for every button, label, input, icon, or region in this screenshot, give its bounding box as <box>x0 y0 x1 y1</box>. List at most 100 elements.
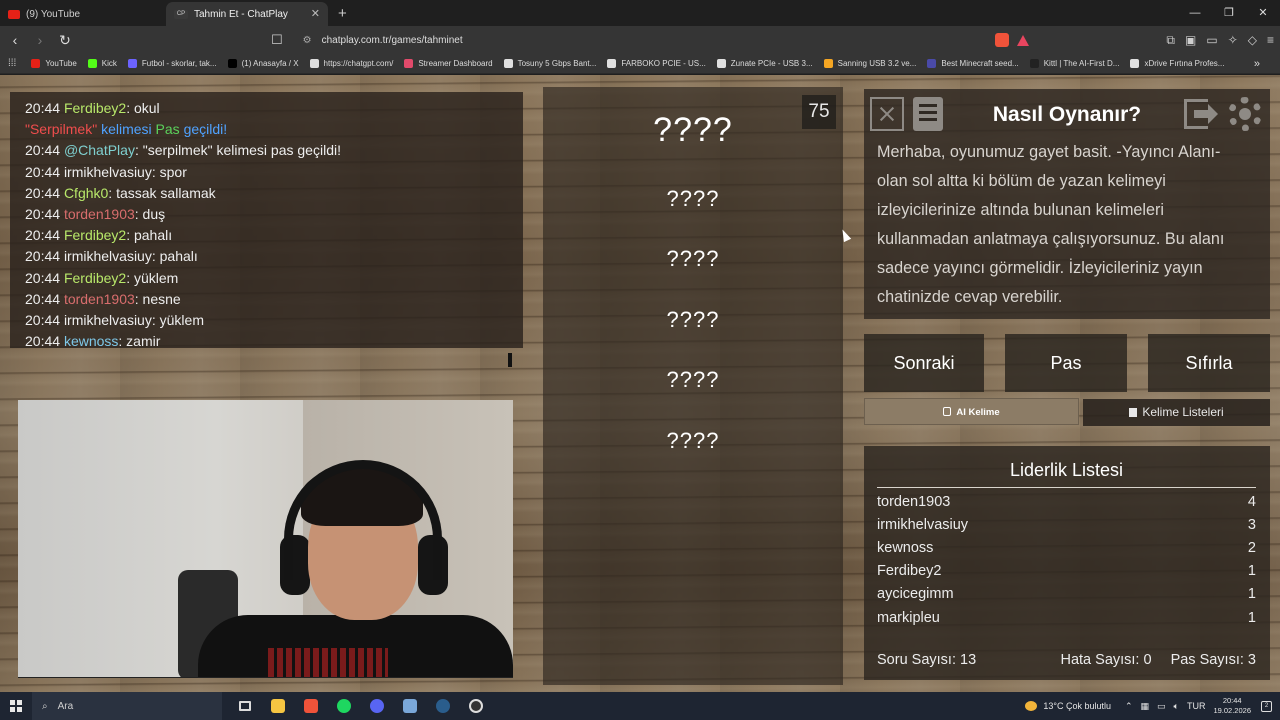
system-tray: 13°C Çok bulutlu ⌃ ▦ ▭ 🔈︎ TUR 20:44 19.0… <box>1025 692 1272 720</box>
bookmark-item[interactable]: Kick <box>87 59 117 68</box>
language-indicator[interactable]: TUR <box>1187 701 1206 711</box>
player-name: irmikhelvasiuy <box>877 517 969 533</box>
chat-username[interactable]: Ferdibey2 <box>64 270 126 286</box>
forbidden-word: ???? <box>666 307 720 332</box>
question-count: Soru Sayısı: 13 <box>877 652 977 668</box>
bookmark-item[interactable]: (1) Anasayfa / X <box>227 59 299 68</box>
clock[interactable]: 20:44 19.02.2026 <box>1213 696 1251 716</box>
bookmark-item[interactable]: FARBOKO PCIE - US... <box>607 59 706 68</box>
tab-chatplay[interactable]: CP Tahmin Et - ChatPlay ✕ <box>166 2 328 26</box>
bookmark-icon[interactable]: ☐ <box>271 32 283 48</box>
apps-grid-icon[interactable]: ⁞⁞⁞ <box>8 58 16 69</box>
url-text: chatplay.com.tr/games/tahminet <box>321 34 463 46</box>
player-score: 1 <box>1247 586 1256 602</box>
bookmark-favicon <box>404 59 414 68</box>
chat-text: : pahalı <box>151 248 198 265</box>
leaderboard-row: torden1903 4 <box>877 494 1256 510</box>
bookmark-item[interactable]: Sanning USB 3.2 ve... <box>823 59 916 68</box>
chat-username[interactable]: Ferdibey2 <box>64 100 126 116</box>
chat-username[interactable]: Ferdibey2 <box>64 227 126 243</box>
vpn-icon[interactable]: ◇ <box>1248 33 1257 48</box>
next-button[interactable]: Sonraki <box>864 334 984 392</box>
bookmark-label: https://chatgpt.com/ <box>323 59 394 68</box>
weather-icon <box>1025 701 1038 711</box>
player-score: 3 <box>1247 517 1256 533</box>
brave-rewards-icon[interactable] <box>1016 34 1029 46</box>
spotify-icon[interactable] <box>327 692 360 720</box>
bookmark-label: Best Minecraft seed... <box>941 59 1019 68</box>
chat-username[interactable]: irmikhelvasiuy <box>64 248 152 264</box>
bookmark-favicon <box>127 59 137 68</box>
bookmark-item[interactable]: Kittl | The AI-First D... <box>1029 59 1120 68</box>
forward-icon[interactable]: › <box>30 32 50 48</box>
task-view-icon[interactable] <box>228 692 261 720</box>
network-app-icon[interactable] <box>393 692 426 720</box>
chat-timestamp: 20:44 <box>25 312 61 329</box>
bookmark-item[interactable]: Futbol - skorlar, tak... <box>127 59 217 68</box>
chat-message: 20:44 Cfghk0: tassak sallamak <box>25 183 515 204</box>
brave-shield-icon[interactable] <box>994 33 1009 47</box>
chat-username[interactable]: Cfghk0 <box>64 185 108 201</box>
bookmark-item[interactable]: Zunate PCIe - USB 3... <box>716 59 813 68</box>
chat-timestamp: 20:44 <box>25 248 61 265</box>
bookmark-item[interactable]: YouTube <box>31 59 77 68</box>
chat-username[interactable]: irmikhelvasiuy <box>64 164 152 180</box>
bookmark-label: Kittl | The AI-First D... <box>1043 59 1120 68</box>
reload-icon[interactable]: ↻ <box>55 32 75 49</box>
chat-scrollbar[interactable] <box>508 353 512 367</box>
ai-word-button[interactable]: AI Kelime <box>864 398 1079 425</box>
bookmarks-bar: ⁞⁞⁞ YouTube Kick Futbol - skorlar, tak..… <box>0 54 1280 74</box>
leo-icon[interactable]: ✧ <box>1228 33 1238 48</box>
obs-icon[interactable] <box>459 692 492 720</box>
more-bookmarks-icon[interactable]: » <box>1254 58 1260 70</box>
site-info-icon[interactable]: ⚙ <box>303 35 312 46</box>
bookmark-label: FARBOKO PCIE - US... <box>621 59 706 68</box>
chat-timestamp: 20:44 <box>25 142 61 159</box>
browser-nav-bar: ‹ › ↻ ☐ ⚙ chatplay.com.tr/games/tahminet… <box>0 26 1280 54</box>
taskbar-search[interactable]: ⌕ Ara <box>32 692 222 720</box>
player-name: aycicegimm <box>877 586 954 602</box>
chat-username[interactable]: torden1903 <box>64 206 135 222</box>
pass-button[interactable]: Pas <box>1005 334 1127 392</box>
minimize-button[interactable]: — <box>1178 0 1212 26</box>
bookmark-item[interactable]: Best Minecraft seed... <box>927 59 1019 68</box>
network-icon[interactable]: ▭ <box>1157 701 1166 712</box>
close-window-button[interactable]: ✕ <box>1246 0 1280 26</box>
extensions-icon[interactable]: ⧉ <box>1166 33 1175 48</box>
settings-gear-icon[interactable] <box>1228 97 1262 131</box>
logout-icon[interactable] <box>1184 97 1218 131</box>
volume-icon[interactable]: 🔈︎ <box>1174 701 1179 712</box>
chat-text: : duş <box>134 206 166 223</box>
weather-widget[interactable]: 13°C Çok bulutlu <box>1025 701 1111 711</box>
tray-chevron-icon[interactable]: ⌃ <box>1125 701 1133 712</box>
chat-timestamp: 20:44 <box>25 333 61 350</box>
brave-browser-icon[interactable] <box>294 692 327 720</box>
file-explorer-icon[interactable] <box>261 692 294 720</box>
new-tab-button[interactable]: + <box>338 5 347 22</box>
bookmark-item[interactable]: https://chatgpt.com/ <box>309 59 394 68</box>
bookmark-item[interactable]: xDrive Fırtına Profes... <box>1130 59 1224 68</box>
bookmark-item[interactable]: Tosuny 5 Gbps Bant... <box>503 59 596 68</box>
discord-icon[interactable] <box>360 692 393 720</box>
wallet-icon[interactable]: ▭ <box>1206 33 1217 48</box>
chat-username[interactable]: torden1903 <box>64 291 135 307</box>
chat-username[interactable]: kewnoss <box>64 333 118 349</box>
notification-icon[interactable]: 2 <box>1261 700 1272 712</box>
address-bar[interactable]: ⚙ chatplay.com.tr/games/tahminet <box>297 29 991 51</box>
restore-button[interactable]: ❐ <box>1212 0 1246 26</box>
back-icon[interactable]: ‹ <box>5 32 25 48</box>
steam-icon[interactable] <box>426 692 459 720</box>
tab-youtube[interactable]: (9) YouTube <box>0 2 166 26</box>
bookmark-item[interactable]: Streamer Dashboard <box>404 59 493 68</box>
tray-app-icon[interactable]: ▦ <box>1141 701 1150 712</box>
menu-icon[interactable]: ≡ <box>1267 33 1274 48</box>
reset-button[interactable]: Sıfırla <box>1148 334 1270 392</box>
word-lists-button[interactable]: Kelime Listeleri <box>1083 399 1270 426</box>
chat-username[interactable]: @ChatPlay <box>64 142 135 158</box>
chat-username[interactable]: irmikhelvasiuy <box>64 312 152 328</box>
sidebar-icon[interactable]: ▣ <box>1185 33 1196 48</box>
leaderboard-row: Ferdibey2 1 <box>877 563 1256 579</box>
leaderboard-stats: Soru Sayısı: 13 Hata Sayısı: 0 Pas Sayıs… <box>877 652 1256 668</box>
start-button-icon[interactable] <box>10 700 22 712</box>
close-tab-icon[interactable]: ✕ <box>311 7 320 20</box>
